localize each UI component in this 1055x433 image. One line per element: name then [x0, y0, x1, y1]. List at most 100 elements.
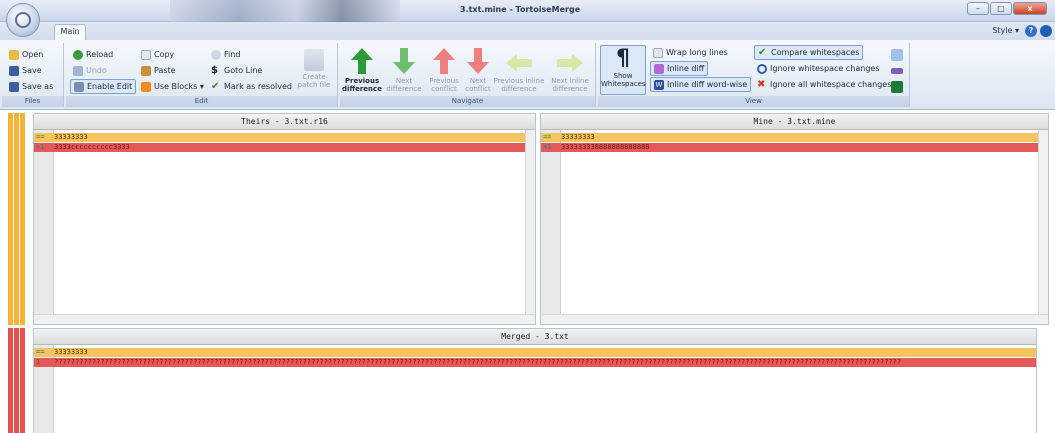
location-bar-top-outer[interactable]	[8, 113, 13, 325]
files-group: Open Save Save as Files	[2, 43, 64, 107]
mine-vertical-scrollbar[interactable]	[1038, 130, 1048, 314]
previous-difference-button[interactable]: Previous difference	[342, 47, 382, 95]
view-layout-button[interactable]	[888, 47, 906, 62]
merged-pane-title: Merged - 3.txt	[34, 329, 1036, 345]
merged-line-1[interactable]: == 33333333	[34, 348, 1036, 357]
info-icon[interactable]	[1040, 25, 1052, 37]
files-group-label: Files	[2, 96, 63, 107]
compare-whitespaces-button[interactable]: ✔ Compare whitespaces	[754, 45, 864, 60]
mine-horizontal-scrollbar[interactable]	[541, 314, 1048, 324]
paste-icon	[141, 65, 151, 76]
swap-icon	[891, 67, 903, 74]
ribbon-tab-row: Main Style ▾ ?	[0, 22, 1055, 40]
arrow-right-inline-icon	[557, 54, 583, 72]
inline-diff-button[interactable]: Inline diff	[650, 61, 709, 76]
open-button[interactable]: Open	[6, 47, 46, 62]
location-bar-bottom-outer[interactable]	[8, 328, 13, 433]
conflict-marker-icon: 1	[36, 358, 41, 366]
merged-pane[interactable]: Merged - 3.txt == 33333333 1?????????????…	[33, 328, 1037, 433]
x-mark-icon: ✖	[757, 78, 766, 90]
disk-icon	[9, 65, 19, 76]
save-button[interactable]: Save	[6, 63, 45, 78]
wrap-icon	[653, 47, 663, 58]
ignore-all-whitespace-changes-button[interactable]: ✖ Ignore all whitespace changes	[754, 77, 894, 92]
folder-icon	[9, 49, 19, 60]
mine-line-1[interactable]: == 33333333	[541, 133, 1048, 142]
find-button[interactable]: Find	[208, 47, 243, 62]
copy-button[interactable]: Copy	[138, 47, 177, 62]
theirs-pane[interactable]: Theirs - 3.txt.r16 == 33333333 +1 3333cccc…	[33, 113, 536, 325]
collapse-icon	[891, 80, 903, 93]
theirs-line-2[interactable]: +1 3333cccccccccc3333	[34, 143, 535, 152]
ignore-whitespace-changes-button[interactable]: Ignore whitespace changes	[754, 61, 883, 76]
close-button[interactable]: x	[1013, 2, 1047, 15]
location-bar-bottom-inner[interactable]	[20, 328, 25, 433]
patch-icon	[304, 49, 324, 71]
tab-main[interactable]: Main	[54, 24, 86, 40]
create-patch-button[interactable]: Create patch file	[294, 47, 334, 95]
mine-gutter	[541, 130, 561, 314]
enable-edit-button[interactable]: Enable Edit	[70, 79, 137, 94]
undo-button[interactable]: Undo	[70, 63, 110, 78]
background-window-blur	[170, 0, 400, 22]
arrow-left-icon	[506, 54, 532, 72]
collapse-view-button[interactable]	[888, 79, 906, 94]
checkmark-icon: ✔	[211, 80, 220, 92]
app-menu-button[interactable]	[6, 3, 40, 37]
show-whitespaces-button[interactable]: ¶ Show Whitespaces	[600, 45, 646, 95]
check-icon: ✔	[758, 46, 767, 58]
undo-icon	[73, 65, 83, 76]
view-group: ¶ Show Whitespaces Wrap long lines Inlin…	[598, 43, 910, 107]
mine-pane-title: Mine - 3.txt.mine	[541, 114, 1048, 130]
save-as-button[interactable]: Save as	[6, 79, 56, 94]
swap-view-button[interactable]	[888, 63, 906, 78]
navigate-group-label: Navigate	[340, 96, 595, 107]
reload-icon	[73, 49, 83, 60]
inline-diff-icon	[654, 63, 664, 74]
goto-line-button[interactable]: $ Goto Line	[208, 63, 265, 78]
next-inline-difference-button[interactable]: Next inline difference	[546, 47, 594, 95]
location-bar-bottom-middle[interactable]	[14, 328, 19, 433]
maximize-button[interactable]: □	[990, 2, 1012, 15]
location-bar-top-inner[interactable]	[20, 113, 25, 325]
mine-pane[interactable]: Mine - 3.txt.mine == 33333333 +1 333333338…	[540, 113, 1049, 325]
style-menu[interactable]: Style ▾	[992, 26, 1019, 35]
help-icon[interactable]: ?	[1025, 25, 1037, 37]
merged-line-2[interactable]: 1???????????????????????????????????????…	[34, 358, 1036, 367]
pencil-icon	[74, 81, 84, 92]
word-icon: W	[654, 79, 664, 90]
theirs-vertical-scrollbar[interactable]	[525, 130, 535, 314]
navigate-group: Previous difference Next difference Prev…	[340, 43, 596, 107]
copy-icon	[141, 49, 151, 60]
edit-group-label: Edit	[66, 96, 337, 107]
pilcrow-icon: ¶	[616, 46, 630, 71]
theirs-gutter	[34, 130, 54, 314]
green-arrow-up-icon	[351, 48, 373, 74]
theirs-pane-title: Theirs - 3.txt.r16	[34, 114, 535, 130]
goto-icon: $	[211, 64, 218, 76]
paste-button[interactable]: Paste	[138, 63, 179, 78]
mark-resolved-button[interactable]: ✔ Mark as resolved	[208, 79, 295, 94]
disk-as-icon	[9, 81, 19, 92]
theirs-horizontal-scrollbar[interactable]	[34, 314, 535, 324]
wrap-long-lines-button[interactable]: Wrap long lines	[650, 45, 731, 60]
reload-button[interactable]: Reload	[70, 47, 116, 62]
title-bar: 3.txt.mine - TortoiseMerge – □ x	[0, 0, 1055, 22]
ribbon: Open Save Save as Files Reload Undo Enab…	[0, 40, 1055, 110]
arrow-right-icon	[141, 81, 151, 92]
window-title: 3.txt.mine - TortoiseMerge	[460, 5, 581, 14]
theirs-line-1[interactable]: == 33333333	[34, 133, 535, 142]
radio-icon	[757, 63, 767, 74]
inline-diff-word-wise-button[interactable]: W Inline diff word-wise	[650, 77, 752, 92]
minimize-button[interactable]: –	[967, 2, 989, 15]
view-group-label: View	[598, 96, 909, 107]
next-difference-button[interactable]: Next difference	[384, 47, 424, 95]
location-bar-top-middle[interactable]	[14, 113, 19, 325]
use-blocks-button[interactable]: Use Blocks ▾	[138, 79, 207, 94]
app-logo-icon	[15, 12, 31, 28]
previous-inline-difference-button[interactable]: Previous inline difference	[492, 47, 546, 95]
magnifier-icon	[211, 49, 221, 60]
edit-group: Reload Undo Enable Edit Copy Paste Use B…	[66, 43, 338, 107]
mine-line-2[interactable]: +1 333333338888888888888	[541, 143, 1048, 152]
layout-icon	[891, 48, 903, 61]
